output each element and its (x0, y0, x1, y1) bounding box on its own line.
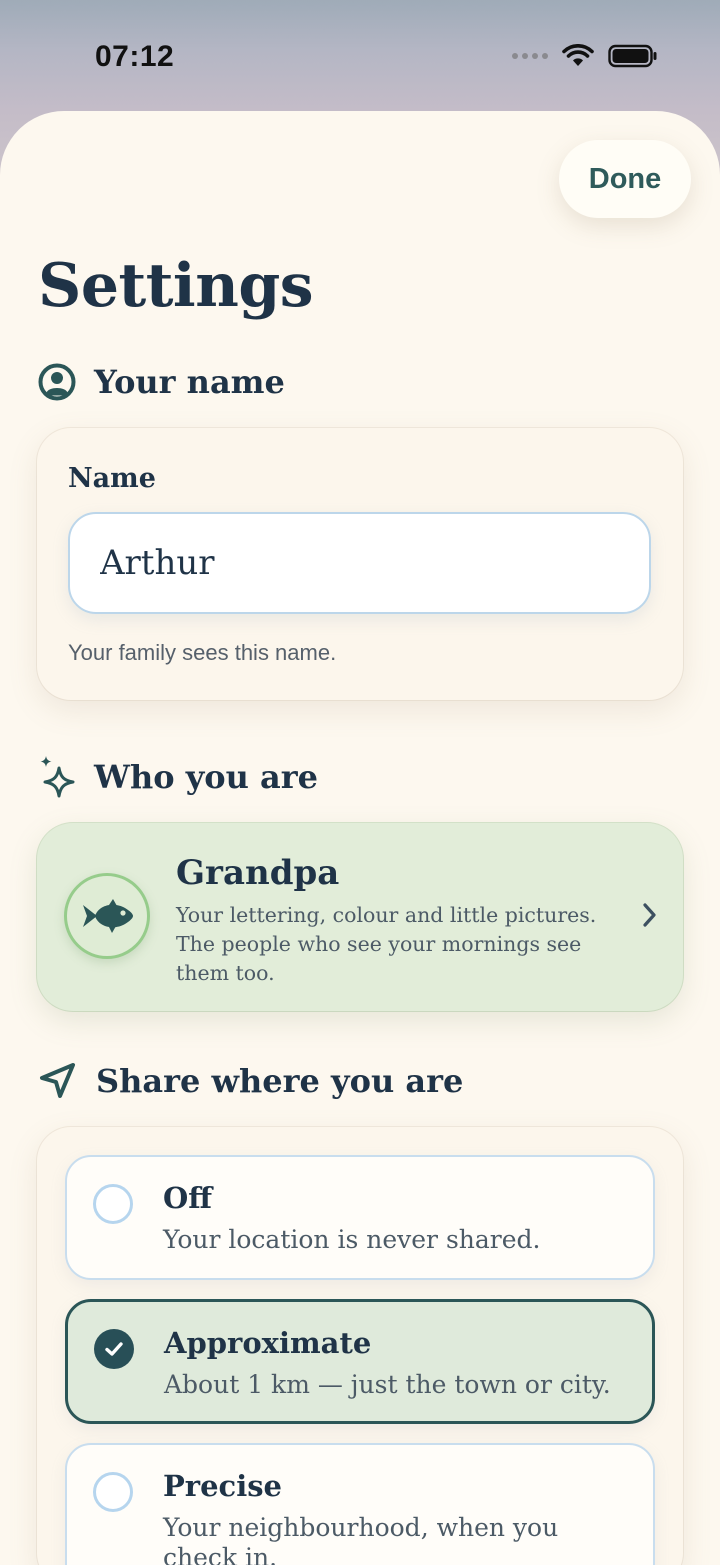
section-title-who-you-are: Who you are (94, 758, 318, 796)
location-option-off[interactable]: Off Your location is never shared. (65, 1155, 655, 1280)
person-circle-icon (38, 363, 76, 401)
cellular-signal-icon (512, 53, 548, 59)
sparkles-icon (40, 756, 75, 798)
section-title-share-location: Share where you are (96, 1062, 464, 1100)
option-title: Off (163, 1181, 213, 1215)
radio-button[interactable] (93, 1472, 133, 1512)
battery-icon (608, 44, 657, 68)
radio-button[interactable] (93, 1184, 133, 1224)
checkmark-icon (105, 1342, 123, 1356)
identity-card[interactable]: Grandpa Your lettering, colour and littl… (37, 823, 683, 1011)
option-description: Your neighbourhood, when you check in. (163, 1513, 559, 1565)
location-arrow-icon (40, 1063, 75, 1098)
avatar (64, 873, 150, 959)
section-header-your-name: Your name (38, 363, 285, 401)
identity-description: Your lettering, colour and little pictur… (176, 903, 597, 985)
option-description: Your location is never shared. (163, 1225, 541, 1254)
wifi-icon (562, 44, 594, 66)
status-time: 07:12 (95, 40, 175, 73)
option-title: Approximate (164, 1326, 372, 1360)
fish-icon (83, 899, 133, 933)
name-input[interactable] (68, 512, 651, 614)
status-icons (512, 44, 658, 68)
section-header-who-you-are: Who you are (38, 754, 318, 800)
chevron-right-icon (643, 903, 656, 927)
done-button[interactable]: Done (559, 140, 691, 218)
status-bar: 07:12 (0, 0, 720, 110)
settings-sheet: Done Settings Your name Name Your family… (0, 111, 720, 1565)
section-header-share-location: Share where you are (38, 1061, 463, 1101)
location-option-precise[interactable]: Precise Your neighbourhood, when you che… (65, 1443, 655, 1565)
name-hint: Your family sees this name. (68, 640, 337, 665)
location-options-card: Off Your location is never shared. Appro… (37, 1127, 683, 1565)
radio-button-checked[interactable] (94, 1329, 134, 1369)
section-title-your-name: Your name (94, 363, 285, 401)
name-field-label: Name (68, 463, 156, 494)
option-description: About 1 km — just the town or city. (164, 1370, 611, 1399)
option-title: Precise (163, 1469, 282, 1503)
identity-title: Grandpa (176, 853, 340, 893)
page-title: Settings (38, 251, 314, 321)
location-option-approximate[interactable]: Approximate About 1 km — just the town o… (65, 1299, 655, 1424)
name-card: Name Your family sees this name. (37, 428, 683, 700)
